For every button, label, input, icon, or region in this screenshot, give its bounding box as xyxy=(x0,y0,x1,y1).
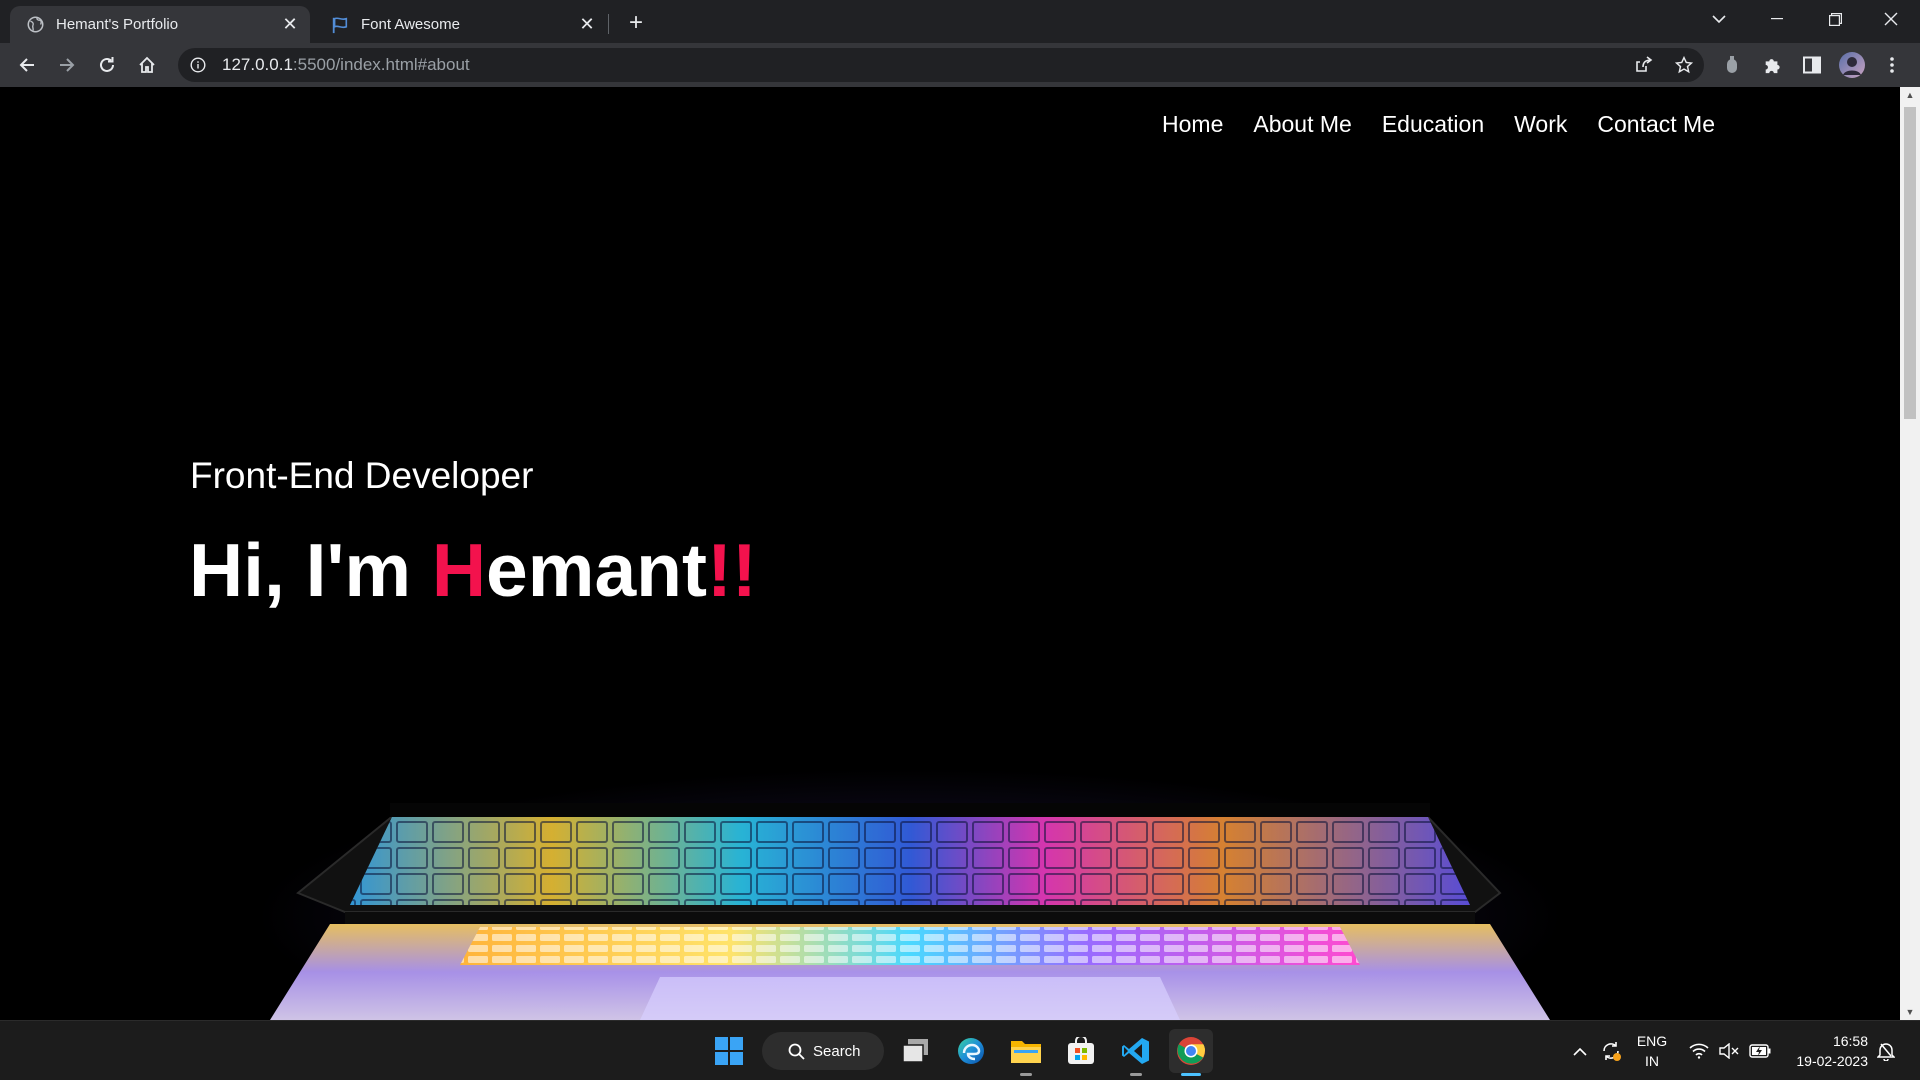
extensions-puzzle-icon[interactable] xyxy=(1756,49,1788,81)
close-tab-icon[interactable]: ✕ xyxy=(276,11,304,39)
forward-icon[interactable] xyxy=(51,49,83,81)
taskbar-search[interactable]: Search xyxy=(762,1032,884,1070)
clock-date: 19-02-2023 xyxy=(1796,1053,1868,1069)
back-icon[interactable] xyxy=(11,49,43,81)
nav-work[interactable]: Work xyxy=(1514,111,1567,138)
running-indicator xyxy=(1130,1073,1142,1076)
headline-name: emant xyxy=(486,528,707,612)
tab-title: Font Awesome xyxy=(361,16,460,33)
new-tab-button[interactable]: + xyxy=(622,9,650,37)
input-language-indicator[interactable]: ENG IN xyxy=(1630,1031,1674,1071)
scroll-down-arrow-icon[interactable]: ▼ xyxy=(1900,1004,1920,1020)
nav-contact-me[interactable]: Contact Me xyxy=(1597,111,1715,138)
headline-exclamations: !! xyxy=(706,528,757,612)
browser-toolbar: 127.0.0.1:5500/index.html#about xyxy=(0,43,1920,87)
tab-hemants-portfolio[interactable]: Hemant's Portfolio ✕ xyxy=(10,6,310,43)
running-indicator xyxy=(1020,1073,1032,1076)
volume-muted-icon[interactable] xyxy=(1716,1021,1742,1080)
show-hidden-icons-chevron-icon[interactable] xyxy=(1570,1021,1590,1080)
profile-avatar[interactable] xyxy=(1836,49,1868,81)
language-code: ENG xyxy=(1636,1033,1668,1049)
sync-status-icon[interactable] xyxy=(1598,1021,1624,1080)
site-info-icon[interactable] xyxy=(188,55,208,75)
url-path: :5500/index.html#about xyxy=(292,55,470,74)
notifications-bell-icon[interactable] xyxy=(1872,1021,1900,1080)
vscode-icon[interactable] xyxy=(1114,1029,1158,1076)
edge-icon[interactable] xyxy=(949,1029,993,1073)
minimize-button[interactable] xyxy=(1748,0,1806,38)
page-scrollbar[interactable]: ▲ ▼ xyxy=(1900,87,1920,1020)
more-menu-icon[interactable] xyxy=(1876,49,1908,81)
headline-greeting: Hi, I'm xyxy=(189,528,432,612)
restore-button[interactable] xyxy=(1806,0,1864,38)
file-explorer-icon[interactable] xyxy=(1004,1029,1048,1076)
language-region: IN xyxy=(1645,1053,1659,1069)
tab-search-icon[interactable] xyxy=(1690,0,1748,38)
nav-about-me[interactable]: About Me xyxy=(1253,111,1351,138)
close-tab-icon[interactable]: ✕ xyxy=(573,11,601,39)
chrome-icon[interactable] xyxy=(1169,1029,1213,1076)
tab-title: Hemant's Portfolio xyxy=(56,16,179,33)
url-text: 127.0.0.1:5500/index.html#about xyxy=(222,55,470,75)
search-icon xyxy=(788,1043,805,1060)
microsoft-store-icon[interactable] xyxy=(1059,1029,1103,1073)
search-label: Search xyxy=(813,1042,861,1060)
globe-icon xyxy=(26,16,44,34)
screen: Hemant's Portfolio ✕ Font Awesome ✕ + 12… xyxy=(0,0,1920,1080)
address-bar[interactable]: 127.0.0.1:5500/index.html#about xyxy=(178,48,1704,82)
windows-taskbar: Search ENG IN 16:58 19-02-2023 xyxy=(0,1020,1920,1080)
share-icon[interactable] xyxy=(1628,49,1660,81)
tab-separator xyxy=(608,14,609,34)
main-nav: Home About Me Education Work Contact Me xyxy=(1162,111,1715,138)
home-icon[interactable] xyxy=(131,49,163,81)
portfolio-page: Home About Me Education Work Contact Me … xyxy=(0,87,1900,1020)
bookmark-star-icon[interactable] xyxy=(1668,49,1700,81)
nav-education[interactable]: Education xyxy=(1382,111,1484,138)
wifi-icon[interactable] xyxy=(1686,1021,1712,1080)
extension-icon[interactable] xyxy=(1716,49,1748,81)
url-host: 127.0.0.1 xyxy=(222,55,293,74)
scroll-up-arrow-icon[interactable]: ▲ xyxy=(1900,87,1920,103)
hero-subtitle: Front-End Developer xyxy=(190,455,534,496)
headline-accent-letter: H xyxy=(431,528,487,612)
flag-icon xyxy=(331,16,349,34)
clock-time: 16:58 xyxy=(1832,1033,1868,1049)
running-indicator xyxy=(1181,1073,1201,1076)
battery-charging-icon[interactable] xyxy=(1746,1021,1774,1080)
tab-font-awesome[interactable]: Font Awesome ✕ xyxy=(315,6,607,43)
reload-icon[interactable] xyxy=(91,49,123,81)
scrollbar-thumb[interactable] xyxy=(1904,107,1916,419)
side-panel-icon[interactable] xyxy=(1796,49,1828,81)
tab-strip: Hemant's Portfolio ✕ Font Awesome ✕ + xyxy=(0,0,1920,43)
laptop-hero-image xyxy=(270,803,1550,1020)
close-window-button[interactable] xyxy=(1862,0,1920,38)
windows-start-icon[interactable] xyxy=(707,1029,751,1073)
hero-headline: Hi, I'm Hemant!! xyxy=(189,527,757,613)
system-clock[interactable]: 16:58 19-02-2023 xyxy=(1782,1031,1868,1071)
nav-home[interactable]: Home xyxy=(1162,111,1223,138)
task-view-icon[interactable] xyxy=(894,1029,938,1073)
